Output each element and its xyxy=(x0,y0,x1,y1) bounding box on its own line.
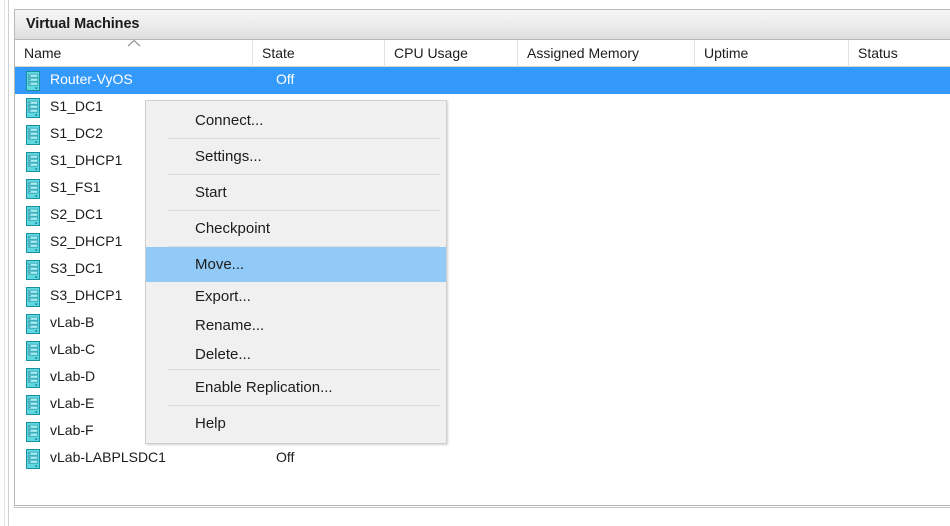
page-title: Virtual Machines xyxy=(26,16,140,32)
menu-item-start[interactable]: Start xyxy=(146,175,446,210)
virtual-machine-icon xyxy=(26,314,40,334)
column-header-label: State xyxy=(262,45,295,61)
column-header-label: CPU Usage xyxy=(394,45,468,61)
virtual-machine-icon xyxy=(26,260,40,280)
vm-state-cell: Off xyxy=(276,449,295,465)
vm-name-cell: S1_DC2 xyxy=(50,125,103,141)
virtual-machine-icon xyxy=(26,449,40,469)
menu-item-help[interactable]: Help xyxy=(146,406,446,441)
table-column-header-row: Name State CPU Usage Assigned Memory Uptime S… xyxy=(15,39,950,67)
vm-name-cell: S2_DHCP1 xyxy=(50,233,123,249)
menu-item-rename[interactable]: Rename... xyxy=(146,311,446,340)
menu-item-export[interactable]: Export... xyxy=(146,282,446,311)
vm-name-cell: S1_DC1 xyxy=(50,98,103,114)
vm-name-cell: vLab-LABPLSDC1 xyxy=(50,449,166,465)
menu-item-move[interactable]: Move... xyxy=(146,247,446,282)
list-bottom-clip-strip xyxy=(14,507,950,511)
menu-item-enable-replication[interactable]: Enable Replication... xyxy=(146,370,446,405)
column-header-name[interactable]: Name xyxy=(15,39,253,67)
virtual-machine-icon xyxy=(26,98,40,118)
vm-name-cell: S3_DC1 xyxy=(50,260,103,276)
virtual-machine-icon xyxy=(26,368,40,388)
sort-ascending-icon xyxy=(127,39,141,47)
vm-context-menu[interactable]: Connect... Settings... Start Checkpoint Move… xyxy=(145,100,447,444)
column-header-assigned-memory[interactable]: Assigned Memory xyxy=(518,40,695,67)
virtual-machine-icon xyxy=(26,125,40,145)
vm-name-cell: S1_DHCP1 xyxy=(50,152,123,168)
vm-name-cell: vLab-E xyxy=(50,395,95,411)
table-row[interactable]: vLab-LABPLSDC1 Off xyxy=(15,445,950,472)
virtual-machine-icon xyxy=(26,422,40,442)
vm-name-cell: vLab-B xyxy=(50,314,95,330)
virtual-machine-icon xyxy=(26,179,40,199)
menu-item-settings[interactable]: Settings... xyxy=(146,139,446,174)
column-header-label: Assigned Memory xyxy=(527,45,640,61)
column-header-cpu-usage[interactable]: CPU Usage xyxy=(385,40,518,67)
menu-item-delete[interactable]: Delete... xyxy=(146,340,446,369)
vm-name-cell: S2_DC1 xyxy=(50,206,103,222)
virtual-machine-icon xyxy=(26,71,40,91)
virtual-machine-icon xyxy=(26,206,40,226)
column-header-label: Name xyxy=(24,45,62,61)
vm-name-cell: S3_DHCP1 xyxy=(50,287,123,303)
table-row[interactable]: Router-VyOS Off xyxy=(15,67,950,94)
column-header-label: Uptime xyxy=(704,45,749,61)
column-header-uptime[interactable]: Uptime xyxy=(695,40,849,67)
virtual-machine-icon xyxy=(26,341,40,361)
virtual-machines-group-header: Virtual Machines xyxy=(15,10,950,40)
vm-name-cell: vLab-D xyxy=(50,368,96,384)
virtual-machine-icon xyxy=(26,287,40,307)
vm-name-cell: Router-VyOS xyxy=(48,71,135,87)
menu-item-connect[interactable]: Connect... xyxy=(146,103,446,138)
vm-name-cell: vLab-C xyxy=(50,341,96,357)
column-header-state[interactable]: State xyxy=(253,40,385,67)
vm-state-cell: Off xyxy=(276,71,295,87)
vm-name-cell: vLab-F xyxy=(50,422,94,438)
column-header-label: Status xyxy=(858,45,898,61)
virtual-machine-icon xyxy=(26,395,40,415)
virtual-machine-icon xyxy=(26,152,40,172)
menu-item-checkpoint[interactable]: Checkpoint xyxy=(146,211,446,246)
column-header-status[interactable]: Status xyxy=(849,40,950,67)
virtual-machine-icon xyxy=(26,233,40,253)
window-left-frame xyxy=(0,0,9,526)
hyper-v-manager-window: Virtual Machines Name State CPU Usage Assig… xyxy=(0,0,950,526)
vm-name-cell: S1_FS1 xyxy=(50,179,101,195)
